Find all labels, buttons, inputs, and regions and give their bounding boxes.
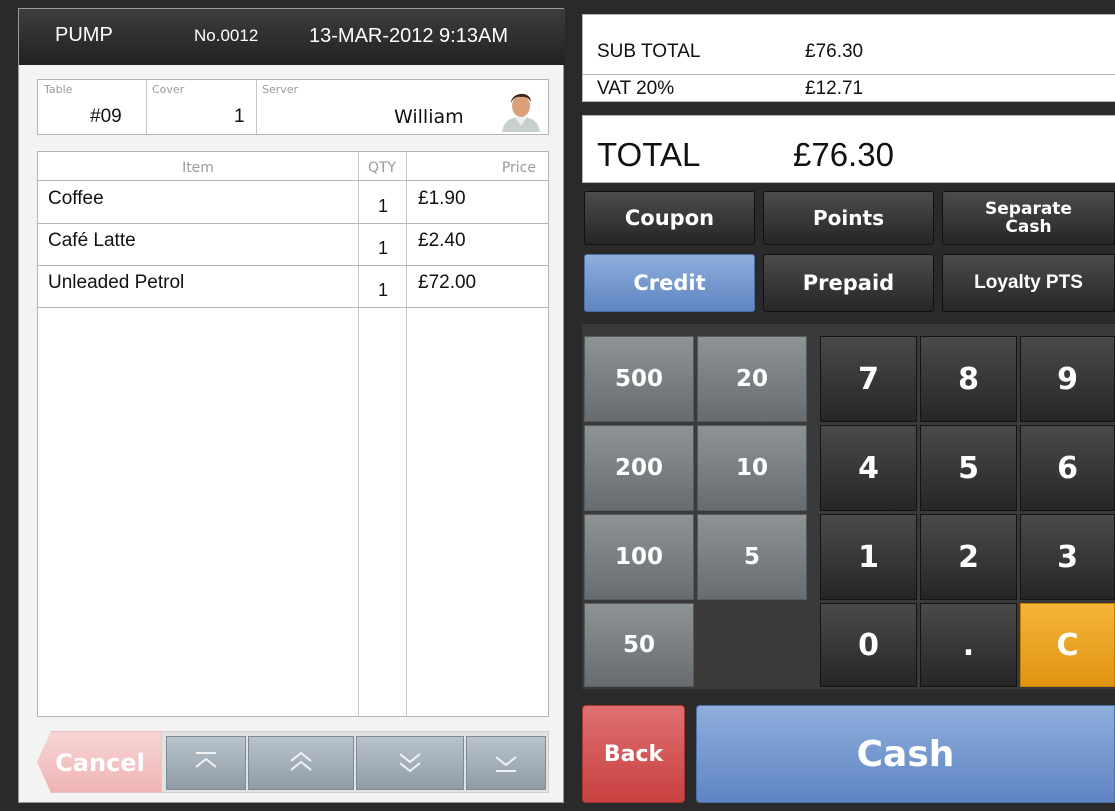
cancel-button[interactable]: Cancel — [37, 731, 163, 793]
scroll-top-icon — [195, 752, 217, 768]
item-price: £2.40 — [418, 230, 466, 251]
ticket-number: No.0012 — [194, 26, 259, 45]
cover-value: 1 — [234, 106, 245, 127]
digit-9-button[interactable]: 9 — [1020, 336, 1115, 422]
digit-0-button[interactable]: 0 — [820, 603, 917, 687]
vat-value: £12.71 — [805, 78, 864, 99]
digit-3-button[interactable]: 3 — [1020, 514, 1115, 600]
cash-button[interactable]: Cash — [696, 705, 1115, 803]
total-box: TOTAL £76.30 — [582, 115, 1115, 183]
server-caption: Server — [262, 83, 299, 96]
scroll-bottom-button[interactable] — [466, 736, 546, 790]
amount-5-button[interactable]: 5 — [697, 514, 807, 600]
points-button[interactable]: Points — [763, 191, 934, 245]
scroll-up-button[interactable] — [248, 736, 354, 790]
scroll-up-icon — [290, 751, 312, 771]
header-divider — [38, 180, 548, 181]
item-qty: 1 — [377, 238, 388, 258]
item-name: Café Latte — [48, 230, 136, 251]
table-row[interactable]: Coffee 1 £1.90 — [38, 182, 548, 224]
scroll-nav-group — [161, 731, 549, 793]
item-name: Coffee — [48, 188, 104, 209]
item-price: £1.90 — [418, 188, 466, 209]
table-caption: Table — [44, 83, 73, 96]
qty-column-header: QTY — [367, 160, 397, 176]
amount-100-button[interactable]: 100 — [584, 514, 694, 600]
coupon-button[interactable]: Coupon — [584, 191, 755, 245]
decimal-point-button[interactable]: . — [920, 603, 1017, 687]
scroll-down-icon — [399, 753, 421, 773]
item-column-header: Item — [182, 160, 214, 176]
table-row[interactable]: Unleaded Petrol 1 £72.00 — [38, 266, 548, 308]
ticket-title: PUMP — [55, 24, 113, 46]
item-name: Unleaded Petrol — [48, 272, 185, 293]
ticket-datetime: 13-MAR-2012 9:13AM — [309, 25, 508, 47]
separate-cash-line2: Cash — [1005, 217, 1052, 237]
subtotal-value: £76.30 — [805, 41, 864, 62]
digit-4-button[interactable]: 4 — [820, 425, 917, 511]
total-value: £76.30 — [793, 136, 894, 173]
subtotal-box: SUB TOTAL £76.30 VAT 20% £12.71 — [582, 14, 1115, 102]
digit-5-button[interactable]: 5 — [920, 425, 1017, 511]
prepaid-button[interactable]: Prepaid — [763, 254, 934, 312]
table-row[interactable]: Café Latte 1 £2.40 — [38, 224, 548, 266]
server-cell[interactable]: Server William — [256, 80, 548, 134]
separate-cash-line1: Separate — [985, 199, 1072, 219]
item-price: £72.00 — [418, 272, 477, 293]
amount-200-button[interactable]: 200 — [584, 425, 694, 511]
digit-2-button[interactable]: 2 — [920, 514, 1017, 600]
separate-cash-button[interactable]: Separate Cash — [942, 191, 1115, 245]
loyalty-pts-button[interactable]: Loyalty PTS — [942, 254, 1115, 312]
order-ticket-panel: PUMP No.0012 13-MAR-2012 9:13AM Table #0… — [18, 8, 565, 803]
table-value: #09 — [90, 106, 122, 127]
vat-label: VAT 20% — [597, 78, 675, 99]
cover-cell[interactable]: Cover 1 — [146, 80, 257, 134]
amount-500-button[interactable]: 500 — [584, 336, 694, 422]
scroll-down-button[interactable] — [356, 736, 464, 790]
summary-divider — [583, 74, 1115, 75]
item-qty: 1 — [377, 196, 388, 216]
ticket-header: PUMP No.0012 13-MAR-2012 9:13AM — [19, 9, 565, 65]
order-items-table: Item QTY Price Coffee 1 £1.90 Café Latte… — [37, 151, 549, 717]
back-button[interactable]: Back — [582, 705, 685, 803]
digit-1-button[interactable]: 1 — [820, 514, 917, 600]
credit-button[interactable]: Credit — [584, 254, 755, 312]
digit-6-button[interactable]: 6 — [1020, 425, 1115, 511]
cover-caption: Cover — [152, 83, 185, 96]
subtotal-label: SUB TOTAL — [597, 41, 701, 62]
scroll-bottom-icon — [495, 756, 517, 772]
item-qty: 1 — [377, 280, 388, 300]
amount-20-button[interactable]: 20 — [697, 336, 807, 422]
person-avatar-icon — [498, 86, 544, 132]
digit-8-button[interactable]: 8 — [920, 336, 1017, 422]
amount-10-button[interactable]: 10 — [697, 425, 807, 511]
clear-button[interactable]: C — [1020, 603, 1115, 687]
scroll-top-button[interactable] — [166, 736, 246, 790]
amount-50-button[interactable]: 50 — [584, 603, 694, 687]
server-value: William — [394, 106, 464, 128]
total-label: TOTAL — [597, 136, 701, 173]
digit-7-button[interactable]: 7 — [820, 336, 917, 422]
order-info-box: Table #09 Cover 1 Server William — [37, 79, 549, 135]
price-column-header: Price — [501, 160, 536, 176]
table-cell[interactable]: Table #09 — [38, 80, 147, 134]
